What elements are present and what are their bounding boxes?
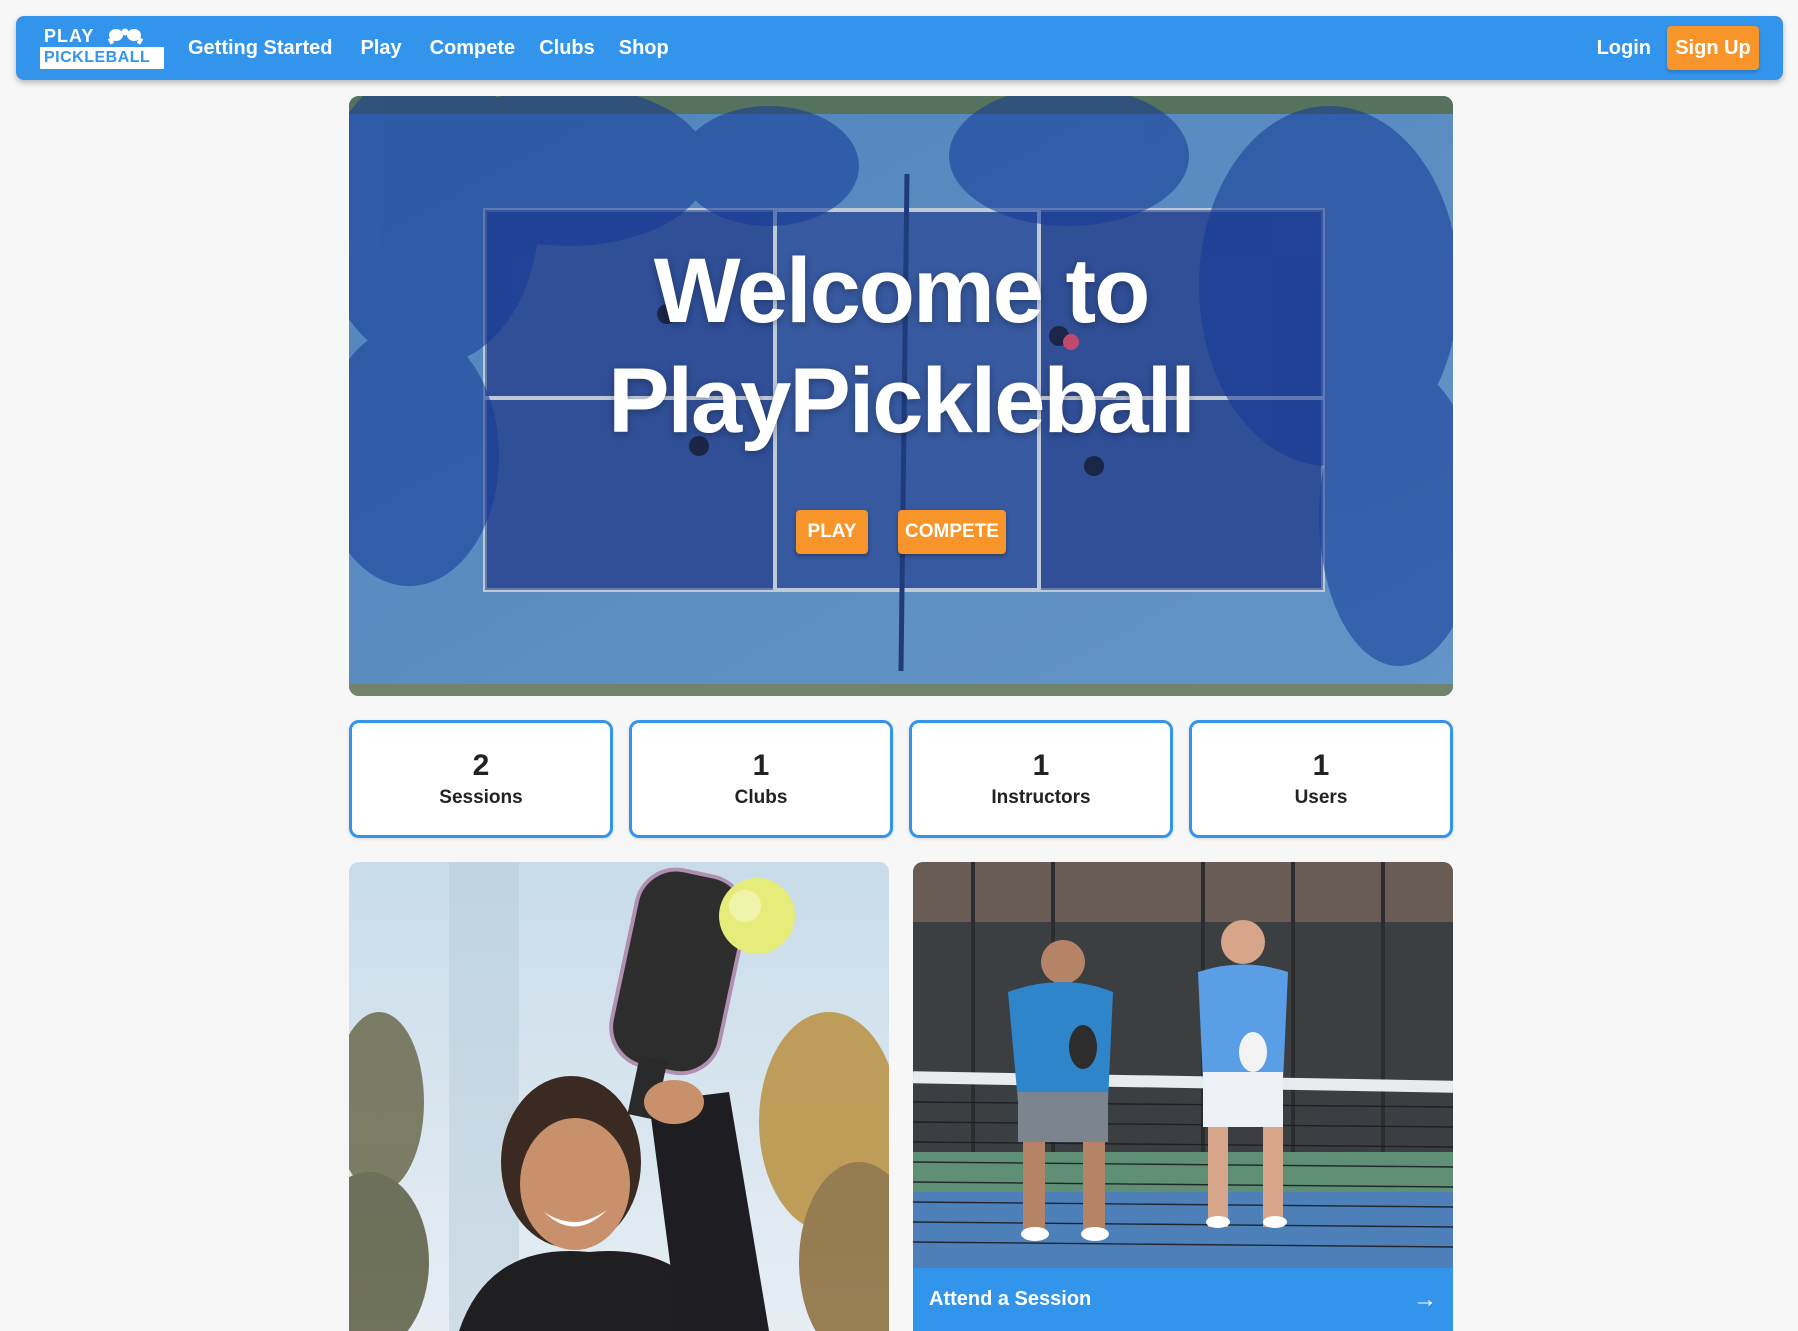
nav-link-clubs[interactable]: Clubs (539, 37, 595, 60)
logo-play-text: PLAY (44, 26, 95, 46)
stat-value: 2 (472, 749, 490, 782)
login-link[interactable]: Login (1597, 37, 1651, 60)
stats-row: 2 Sessions 1 Clubs 1 Instructors 1 Users (349, 720, 1453, 838)
player-photo (349, 862, 889, 1331)
nav-links: Getting Started Play Compete Clubs Shop (188, 37, 697, 60)
attend-session-link[interactable]: Attend a Session → (913, 1268, 1453, 1331)
feature-card-attend-session[interactable]: Attend a Session → (913, 862, 1453, 1331)
hero-play-button[interactable]: PLAY (796, 510, 868, 554)
feature-card-player[interactable] (349, 862, 889, 1331)
top-navbar: PLAY PICKLEBALL Getting Started Play Com… (16, 16, 1783, 80)
hero-title-line2: PlayPickleball (608, 350, 1196, 452)
signup-button[interactable]: Sign Up (1667, 26, 1759, 70)
hero-buttons: PLAY COMPETE (349, 510, 1453, 554)
stat-value: 1 (752, 749, 770, 782)
nav-link-compete[interactable]: Compete (430, 37, 516, 60)
stat-label: Instructors (991, 787, 1091, 808)
hero-title-line1: Welcome to (653, 240, 1151, 342)
stat-label: Users (1294, 787, 1348, 808)
hero-banner: Welcome to PlayPickleball PLAY COMPETE (349, 96, 1453, 696)
logo-top-row: PLAY (40, 27, 164, 45)
stat-label: Sessions (439, 787, 523, 808)
stat-clubs[interactable]: 1 Clubs (629, 720, 893, 838)
nav-link-play[interactable]: Play (360, 37, 401, 60)
nav-link-getting-started[interactable]: Getting Started (188, 37, 332, 60)
stat-users[interactable]: 1 Users (1189, 720, 1453, 838)
playpickleball-logo[interactable]: PLAY PICKLEBALL (40, 27, 164, 69)
doubles-players-photo (913, 862, 1453, 1268)
stat-label: Clubs (734, 787, 788, 808)
stat-instructors[interactable]: 1 Instructors (909, 720, 1173, 838)
stat-value: 1 (1312, 749, 1330, 782)
attend-session-label: Attend a Session (929, 1288, 1092, 1310)
hero-compete-button[interactable]: COMPETE (898, 510, 1006, 554)
arrow-right-icon: → (1413, 1285, 1437, 1313)
hero-title: Welcome to PlayPickleball (349, 236, 1453, 456)
paddles-icon (108, 28, 144, 45)
stat-sessions[interactable]: 2 Sessions (349, 720, 613, 838)
nav-link-shop[interactable]: Shop (619, 37, 669, 60)
stat-value: 1 (1032, 749, 1050, 782)
nav-auth: Login Sign Up (1597, 26, 1759, 70)
logo-pickleball-text: PICKLEBALL (40, 47, 164, 69)
